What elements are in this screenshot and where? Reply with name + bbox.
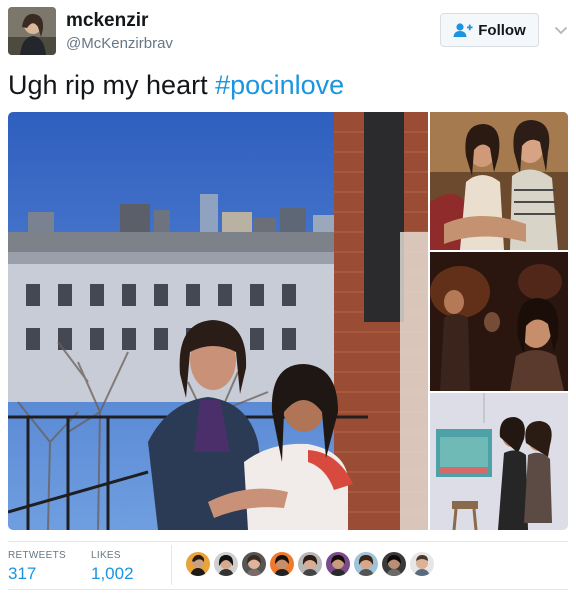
liker-avatar[interactable]: [186, 552, 210, 576]
stats-top-divider: [8, 541, 568, 542]
liker-avatar[interactable]: [354, 552, 378, 576]
tweet-photo-4[interactable]: [430, 393, 568, 530]
retweets-label: RETWEETS: [8, 550, 66, 561]
tweet-body: Ugh rip my heart: [8, 70, 216, 100]
chevron-down-icon[interactable]: [553, 22, 569, 38]
liker-avatar[interactable]: [270, 552, 294, 576]
liker-avatar[interactable]: [242, 552, 266, 576]
tweet-photo-main[interactable]: [8, 112, 428, 530]
liker-avatar[interactable]: [382, 552, 406, 576]
tweet-text: Ugh rip my heart #pocinlove: [8, 70, 344, 101]
liker-avatar[interactable]: [326, 552, 350, 576]
profile-avatar[interactable]: [8, 7, 56, 55]
likes-count[interactable]: 1,002: [91, 564, 134, 584]
person-plus-icon: [453, 22, 473, 38]
likes-label: LIKES: [91, 550, 121, 561]
tweet-photo-3[interactable]: [430, 252, 568, 391]
display-name[interactable]: mckenzir: [66, 10, 148, 32]
liker-avatar[interactable]: [298, 552, 322, 576]
user-handle[interactable]: @McKenzirbrav: [66, 35, 173, 52]
hashtag-link[interactable]: #pocinlove: [215, 70, 344, 100]
tweet-photo-2[interactable]: [430, 112, 568, 250]
follow-button-label: Follow: [478, 21, 526, 39]
follow-button[interactable]: Follow: [440, 13, 539, 47]
retweets-count[interactable]: 317: [8, 564, 36, 584]
liker-avatar[interactable]: [214, 552, 238, 576]
liker-avatar[interactable]: [410, 552, 434, 576]
stats-separator: [171, 545, 172, 585]
stats-bottom-divider: [8, 589, 568, 590]
